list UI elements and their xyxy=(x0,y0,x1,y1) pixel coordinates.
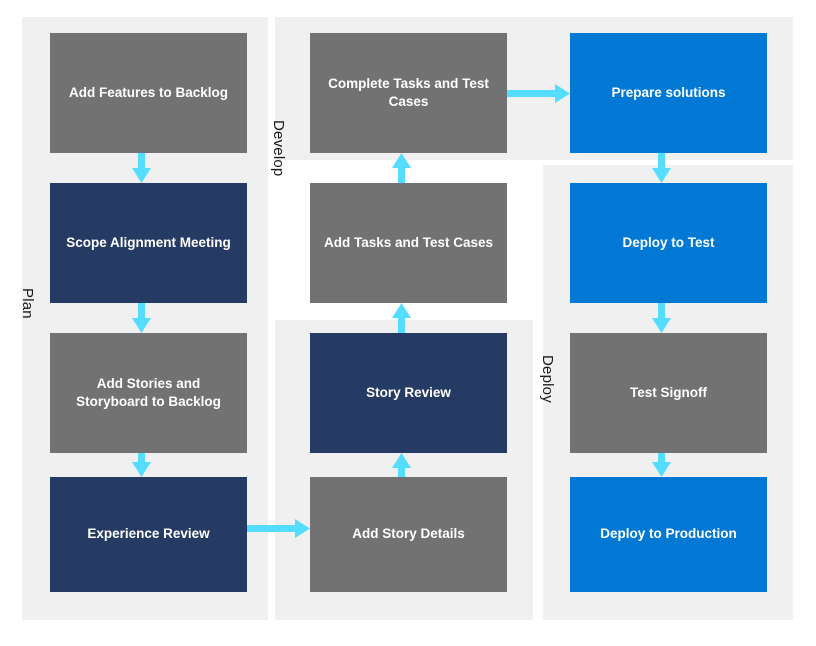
swimlane-label-develop-top: Develop xyxy=(270,120,287,177)
process-node-add-tasks-and-test-cases[interactable]: Add Tasks and Test Cases xyxy=(310,183,507,303)
process-node-add-features-to-backlog[interactable]: Add Features to Backlog xyxy=(50,33,247,153)
arrow-add-tasks-to-complete-tasks xyxy=(391,153,411,183)
process-node-label: Add Stories and Storyboard to Backlog xyxy=(76,375,221,409)
process-node-add-story-details[interactable]: Add Story Details xyxy=(310,477,507,592)
arrow-experience-review-to-add-story-details xyxy=(247,518,310,538)
arrow-add-story-details-to-story-review xyxy=(391,453,411,477)
arrow-deploy-to-test-to-test-signoff xyxy=(651,303,671,333)
process-node-test-signoff[interactable]: Test Signoff xyxy=(570,333,767,453)
process-node-deploy-to-production[interactable]: Deploy to Production xyxy=(570,477,767,592)
process-node-complete-tasks-and-test-cases[interactable]: Complete Tasks and Test Cases xyxy=(310,33,507,153)
process-node-label: Prepare solutions xyxy=(611,84,726,100)
process-node-label: Add Features to Backlog xyxy=(68,84,229,100)
process-node-label: Test Signoff xyxy=(630,384,707,400)
process-node-story-review[interactable]: Story Review xyxy=(310,333,507,453)
process-node-label: Scope Alignment Meeting xyxy=(66,234,231,250)
process-node-label: Add Story Details xyxy=(352,526,465,542)
arrow-complete-tasks-to-prepare-solutions xyxy=(507,83,570,103)
swimlane-label-plan: Plan xyxy=(19,288,36,319)
arrow-add-features-to-scope-alignment xyxy=(131,153,151,183)
arrow-story-review-to-add-tasks xyxy=(391,303,411,333)
process-node-label: Deploy to Production xyxy=(600,526,737,542)
arrow-test-signoff-to-deploy-to-production xyxy=(651,453,671,477)
arrow-prepare-solutions-to-deploy-to-test xyxy=(651,153,671,183)
flowchart-canvas: Plan Develop Deploy Add Features to Backlog… xyxy=(0,0,816,646)
process-node-prepare-solutions[interactable]: Prepare solutions xyxy=(570,33,767,153)
process-node-label: Experience Review xyxy=(87,526,210,542)
swimlane-label-deploy: Deploy xyxy=(539,355,556,403)
process-node-label: Story Review xyxy=(366,384,451,400)
process-node-experience-review[interactable]: Experience Review xyxy=(50,477,247,592)
arrow-add-stories-to-experience-review xyxy=(131,453,151,477)
process-node-label: Add Tasks and Test Cases xyxy=(323,234,494,250)
process-node-deploy-to-test[interactable]: Deploy to Test xyxy=(570,183,767,303)
process-node-label: Deploy to Test xyxy=(622,234,715,250)
process-node-label: Complete Tasks and Test Cases xyxy=(328,75,489,109)
process-node-add-stories-and-storyboard-to-backlog[interactable]: Add Stories and Storyboard to Backlog xyxy=(50,333,247,453)
process-node-scope-alignment-meeting[interactable]: Scope Alignment Meeting xyxy=(50,183,247,303)
arrow-scope-alignment-to-add-stories xyxy=(131,303,151,333)
